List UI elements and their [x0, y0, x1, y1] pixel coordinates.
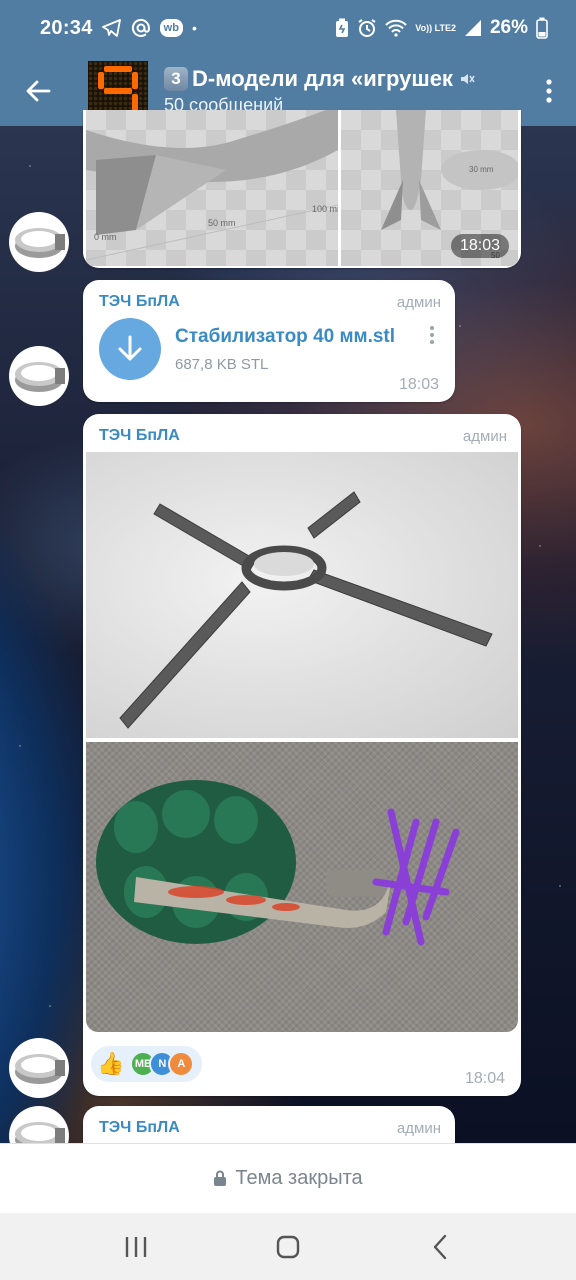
image-label: 100 mm	[312, 204, 338, 214]
download-icon	[118, 335, 142, 361]
home-icon	[276, 1235, 300, 1258]
wb-icon: wb	[159, 19, 183, 37]
sender-name[interactable]: ТЭЧ БпЛА	[99, 427, 180, 445]
battery-saver-icon	[335, 17, 349, 39]
status-bar: 20:34 wb • Vo)) LTE2 26%	[0, 0, 576, 56]
channel-title-text: D-модели для «игрушек	[192, 66, 453, 91]
download-button[interactable]	[99, 318, 161, 380]
thumbs-up-icon: 👍	[97, 1051, 125, 1076]
notification-dot: •	[191, 20, 197, 36]
ring-icon	[15, 228, 65, 258]
kebab-menu-icon	[546, 79, 552, 103]
sender-name[interactable]: ТЭЧ БпЛА	[99, 1119, 180, 1137]
model-render-image[interactable]: 0 mm 50 mm 100 mm	[85, 110, 345, 266]
mute-icon	[460, 74, 475, 84]
ring-icon	[15, 1054, 65, 1084]
back-nav-button[interactable]	[410, 1222, 470, 1272]
reaction-thumbs-up[interactable]: 👍 MB N A	[91, 1046, 203, 1082]
photo-message[interactable]: ТЭЧ БпЛА админ 👍 MB N A 18:04	[83, 414, 521, 1096]
alarm-icon	[357, 17, 377, 39]
file-menu-button[interactable]	[423, 326, 441, 344]
topic-closed-bar: Тема закрыта	[0, 1143, 576, 1213]
sender-name[interactable]: ТЭЧ БпЛА	[99, 293, 180, 311]
sender-avatar[interactable]	[9, 212, 69, 272]
sender-role: админ	[462, 427, 507, 445]
ring-icon	[15, 362, 65, 392]
grenade-photo[interactable]	[86, 742, 518, 1032]
channel-info[interactable]: 3 D-модели для «игрушек 50 сообщений	[164, 66, 522, 116]
system-nav-bar	[0, 1213, 576, 1280]
channel-title: 3 D-модели для «игрушек	[164, 66, 522, 92]
more-options-button[interactable]	[522, 56, 576, 126]
arrow-left-icon	[26, 80, 51, 102]
sender-role: админ	[396, 1119, 441, 1137]
status-time: 20:34	[40, 16, 93, 39]
reactions-bar[interactable]: 👍 MB N A	[91, 1046, 203, 1082]
sender-avatar[interactable]	[9, 346, 69, 406]
telegram-icon	[101, 17, 122, 39]
message-time: 18:04	[464, 1070, 505, 1087]
signal-icon	[464, 17, 482, 39]
file-message[interactable]: ТЭЧ БпЛА админ Стабилизатор 40 мм.stl 68…	[83, 280, 455, 402]
stabilizer-render-photo[interactable]	[86, 452, 518, 738]
sender-avatar[interactable]	[9, 1038, 69, 1098]
battery-level: 26%	[489, 17, 528, 38]
chevron-left-icon	[433, 1234, 447, 1259]
title-number-badge: 3	[164, 67, 188, 91]
topic-closed-label: Тема закрыта	[235, 1167, 363, 1189]
image-label: 0 mm	[94, 232, 117, 242]
reactor-avatar: A	[168, 1051, 195, 1077]
file-name[interactable]: Стабилизатор 40 мм.stl	[175, 326, 423, 348]
message-time: 18:03	[450, 234, 509, 258]
image-label: 30 mm	[469, 165, 494, 174]
file-meta: 687,8 KB STL	[175, 355, 269, 373]
message-time: 18:03	[398, 376, 439, 393]
wifi-icon	[385, 17, 408, 39]
lock-icon	[214, 1170, 227, 1186]
sender-role: админ	[396, 293, 441, 311]
image-message[interactable]: 0 mm 50 mm 100 mm 30 mm 50 18:03	[83, 110, 521, 268]
back-button[interactable]	[0, 56, 76, 126]
network-label: Vo)) LTE2	[415, 22, 456, 33]
recent-apps-button[interactable]	[106, 1222, 166, 1272]
battery-icon	[536, 17, 548, 39]
recent-apps-icon	[125, 1236, 147, 1257]
home-button[interactable]	[258, 1222, 318, 1272]
at-icon	[131, 17, 151, 39]
image-label: 50 mm	[208, 218, 236, 228]
